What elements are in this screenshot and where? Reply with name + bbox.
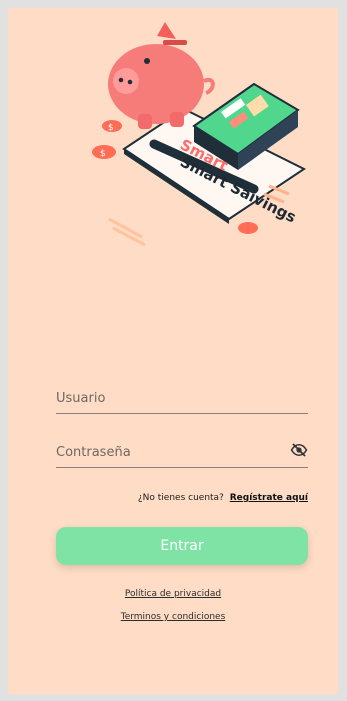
register-prompt: ¿No tienes cuenta? Regístrate aquí (138, 493, 308, 503)
eye-off-icon[interactable] (290, 441, 308, 459)
svg-text:$: $ (100, 149, 106, 159)
register-question: ¿No tienes cuenta? (137, 493, 224, 503)
svg-text:$: $ (108, 123, 114, 133)
terms-link[interactable]: Terminos y condiciones (8, 612, 338, 622)
username-field (56, 385, 308, 414)
hero-illustration: Smart Smart Saivings $ $ (84, 14, 324, 264)
enter-button[interactable]: Entrar (56, 527, 308, 565)
register-link[interactable]: Regístrate aquí (230, 493, 308, 503)
piggy-bank-icon: Smart Smart Saivings $ $ (92, 22, 306, 247)
password-field (56, 439, 308, 468)
privacy-policy-link[interactable]: Política de privacidad (8, 589, 338, 599)
login-screen: Smart Smart Saivings $ $ Usuario ¿No tie… (8, 8, 338, 694)
password-input[interactable] (56, 439, 276, 465)
piggy-bank-body (108, 22, 215, 129)
username-input[interactable] (56, 385, 276, 411)
